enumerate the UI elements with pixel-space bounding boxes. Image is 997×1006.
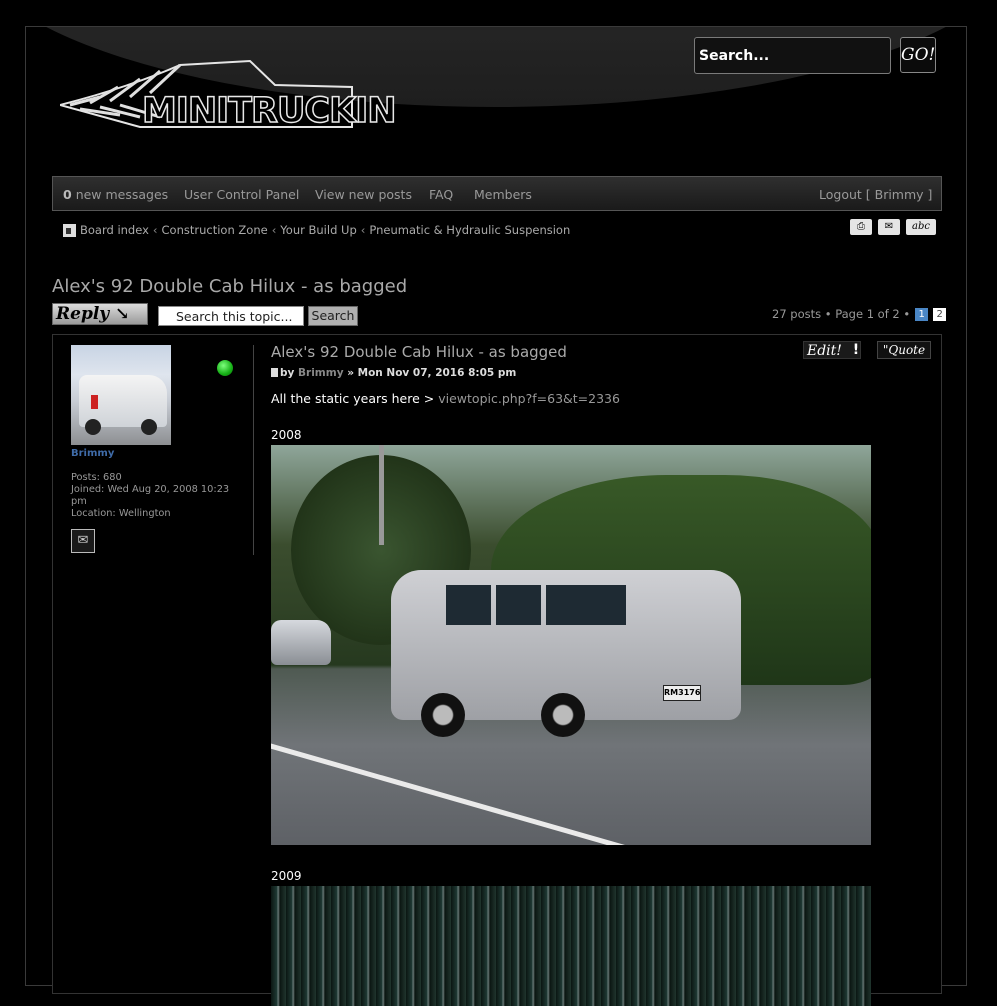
- new-messages-label: new messages: [75, 187, 169, 202]
- search-go-button[interactable]: GO!: [900, 37, 936, 73]
- new-messages-count: 0: [63, 187, 72, 202]
- logout-link[interactable]: Logout [ Brimmy ]: [819, 187, 932, 202]
- post-by: by: [280, 367, 295, 379]
- year-2009-label: 2009: [271, 869, 302, 883]
- faq-link[interactable]: FAQ: [429, 187, 453, 202]
- header: MINITRUCKIN GO!: [26, 27, 966, 177]
- post-count-text: 27 posts • Page 1 of 2 •: [772, 307, 911, 321]
- post-icon[interactable]: [271, 368, 278, 377]
- profile-author-name[interactable]: Brimmy: [71, 448, 114, 459]
- post-date: » Mon Nov 07, 2016 8:05 pm: [347, 367, 517, 379]
- post: Brimmy Posts: 680 Joined: Wed Aug 20, 20…: [52, 334, 942, 1006]
- post-title[interactable]: Alex's 92 Double Cab Hilux - as bagged: [271, 343, 567, 361]
- topic-search-input[interactable]: [158, 306, 304, 326]
- profile-posts: Posts: 680: [71, 472, 122, 483]
- private-message-icon[interactable]: ✉: [71, 529, 95, 553]
- page-wrapper: MINITRUCKIN GO! 0 new messages User Cont…: [25, 26, 967, 1006]
- breadcrumb-separator-icon: ‹: [271, 223, 277, 237]
- static-years-link[interactable]: viewtopic.php?f=63&t=2336: [438, 391, 620, 406]
- font-size-icon[interactable]: abc: [906, 219, 936, 235]
- breadcrumb: Board index ‹ Construction Zone ‹ Your B…: [63, 223, 570, 237]
- reply-button[interactable]: Reply ↘: [52, 303, 148, 325]
- view-new-posts-link[interactable]: View new posts: [315, 187, 412, 202]
- reply-label: Reply: [56, 304, 110, 324]
- breadcrumb-separator-icon: ‹: [152, 223, 158, 237]
- photo-2009[interactable]: [271, 886, 871, 1006]
- profile-stats: Posts: 680 Joined: Wed Aug 20, 2008 10:2…: [71, 472, 246, 520]
- quote-button[interactable]: "Quote: [877, 341, 931, 359]
- new-messages-link[interactable]: 0 new messages: [63, 187, 168, 202]
- intro-text: All the static years here >: [271, 391, 435, 406]
- photo-2008[interactable]: RM3176: [271, 445, 871, 845]
- page-2-link[interactable]: 2: [933, 307, 947, 321]
- license-plate: RM3176: [663, 685, 701, 701]
- post-author-link[interactable]: Brimmy: [298, 367, 344, 379]
- site-logo[interactable]: MINITRUCKIN: [56, 57, 397, 133]
- breadcrumb-your-build-up[interactable]: Your Build Up: [280, 223, 356, 237]
- post-meta: by Brimmy » Mon Nov 07, 2016 8:05 pm: [271, 367, 516, 379]
- email-topic-icon[interactable]: ✉: [878, 219, 900, 235]
- print-icon[interactable]: ⎙: [850, 219, 872, 235]
- divider: [253, 345, 254, 555]
- online-status-icon: [217, 360, 233, 376]
- post-intro: All the static years here > viewtopic.ph…: [271, 391, 620, 406]
- profile-joined: Joined: Wed Aug 20, 2008 10:23 pm: [71, 484, 230, 507]
- avatar[interactable]: [71, 345, 171, 445]
- pagination: 27 posts • Page 1 of 2 • 1 2: [772, 307, 947, 321]
- breadcrumb-separator-icon: ‹: [360, 223, 366, 237]
- reply-arrow-icon: ↘: [115, 304, 130, 324]
- user-control-panel-link[interactable]: User Control Panel: [184, 187, 299, 202]
- topic-tools: ⎙ ✉ abc: [850, 219, 936, 235]
- breadcrumb-construction-zone[interactable]: Construction Zone: [162, 223, 268, 237]
- profile-location: Location: Wellington: [71, 508, 171, 519]
- breadcrumb-board-index[interactable]: Board index: [80, 223, 149, 237]
- members-link[interactable]: Members: [474, 187, 532, 202]
- topic-search-button[interactable]: Search: [308, 306, 358, 326]
- report-button[interactable]: !: [849, 341, 863, 359]
- breadcrumb-suspension[interactable]: Pneumatic & Hydraulic Suspension: [369, 223, 570, 237]
- nav-bar: 0 new messages User Control Panel View n…: [52, 176, 942, 211]
- page-1-link[interactable]: 1: [915, 307, 929, 321]
- logo-text: MINITRUCKIN: [141, 90, 397, 132]
- topic-title[interactable]: Alex's 92 Double Cab Hilux - as bagged: [52, 276, 407, 297]
- year-2008-label: 2008: [271, 428, 302, 442]
- home-icon: [63, 223, 76, 237]
- site-search-input[interactable]: [694, 37, 891, 74]
